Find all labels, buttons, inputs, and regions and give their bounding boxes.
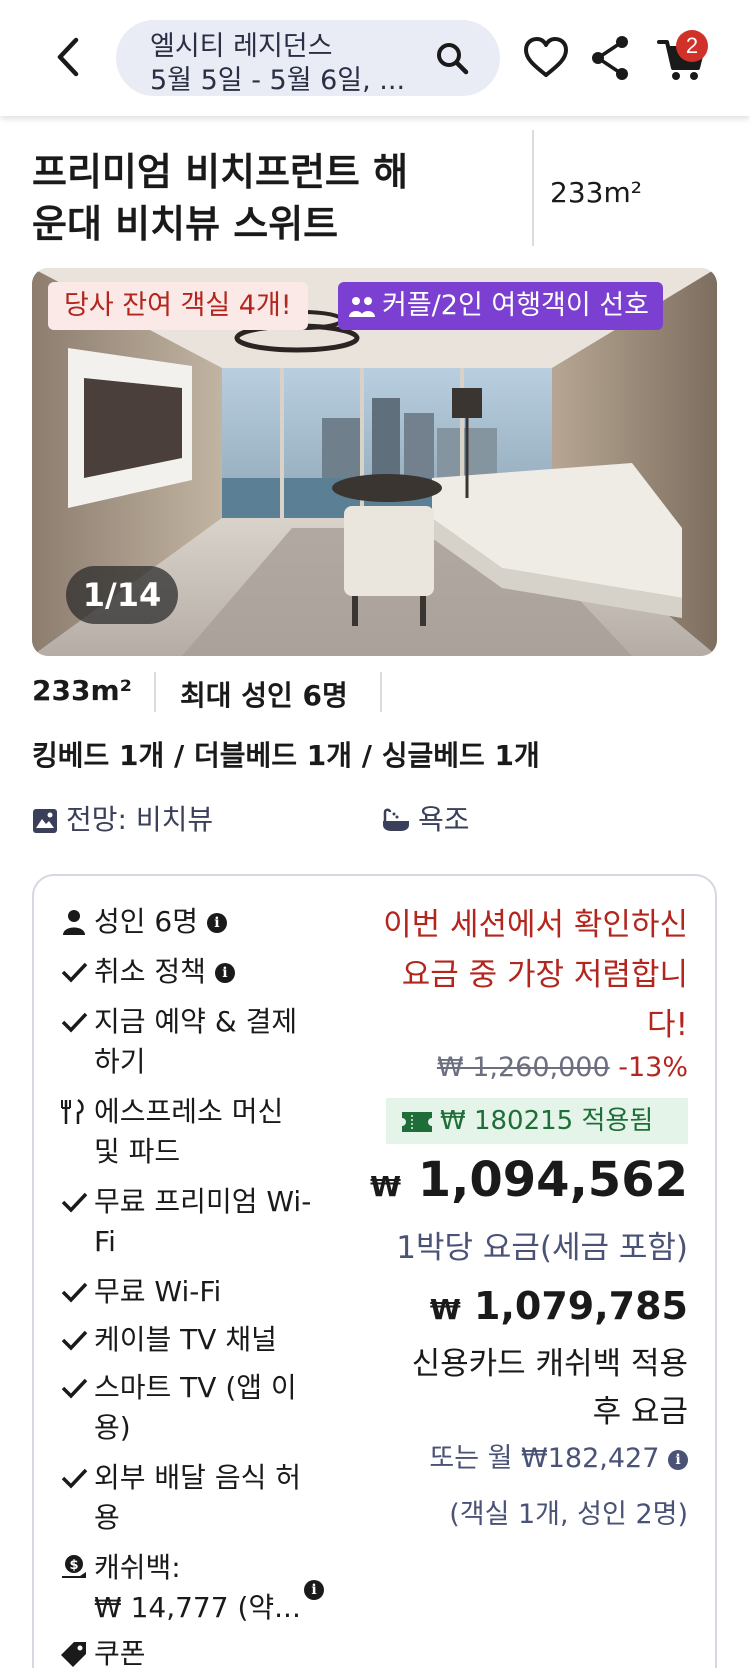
bed-configuration: 킹베드 1개 / 더블베드 1개 / 싱글베드 1개	[32, 739, 540, 772]
amenity-espresso-line1: 에스프레소 머신	[94, 1095, 284, 1128]
back-arrow-icon	[57, 37, 79, 77]
coupon-applied-badge: ₩ 180215 적용됨	[386, 1098, 688, 1144]
amenity-cashback-line2: ₩ 14,777 (약...	[94, 1591, 301, 1624]
per-night-label: 1박당 요금(세금 포함)	[396, 1230, 688, 1266]
room-guest-count: (객실 1개, 성인 2명)	[449, 1499, 688, 1530]
search-icon	[437, 43, 469, 75]
amenity-cashback-line1: 캐쉬백:	[94, 1551, 181, 1584]
info-icon[interactable]: i	[214, 963, 235, 983]
photo-counter: 1/14	[66, 566, 178, 624]
info-icon[interactable]: i	[206, 913, 227, 933]
cashback-label-line1: 신용카드 캐쉬백 적용	[411, 1346, 688, 1382]
amenity-delivery-line1: 외부 배달 음식 허	[94, 1461, 302, 1494]
view-label: 전망: 비치뷰	[66, 803, 214, 836]
share-button[interactable]	[588, 34, 632, 82]
ticket-icon	[402, 1111, 432, 1132]
info-icon[interactable]: i	[304, 1580, 324, 1600]
cashback-price-amount: 1,079,785	[474, 1284, 688, 1328]
check-icon	[61, 1330, 88, 1351]
divider	[380, 672, 382, 712]
room-title-line2: 운대 비치뷰 스위트	[32, 202, 339, 246]
discount-percent: -13%	[618, 1052, 688, 1083]
amenity-adults-label: 성인 6명	[94, 905, 198, 938]
check-icon	[61, 1012, 88, 1033]
cart-count-badge: 2	[676, 30, 708, 62]
couple-icon	[349, 296, 375, 317]
amenity-pay-now-line1: 지금 예약 & 결제	[94, 1005, 298, 1038]
amenity-free-wifi-label: 무료 Wi-Fi	[94, 1275, 222, 1308]
room-title-line1: 프리미엄 비치프런트 해	[32, 150, 409, 194]
view-feature: 전망: 비치뷰	[32, 798, 213, 838]
top-bar: 엘시티 레지던스 5월 5일 - 5월 6일, ... 2	[0, 0, 750, 116]
amenity-espresso-line2: 및 파드	[94, 1135, 181, 1168]
availability-tag: 당사 잔여 객실 4개!	[48, 282, 308, 330]
couple-tag: 커플/2인 여행객이 선호	[338, 282, 663, 330]
room-size-header: 233m²	[550, 176, 642, 209]
coupon-applied-label: ₩ 180215 적용됨	[440, 1106, 654, 1136]
info-icon[interactable]: i	[668, 1449, 688, 1470]
view-icon	[33, 809, 57, 833]
person-icon	[63, 910, 85, 935]
price-main: ₩ 1,094,562	[370, 1152, 688, 1208]
check-icon	[61, 1282, 88, 1303]
amenity-cancel-label: 취소 정책	[94, 955, 206, 988]
bathtub-feature: 욕조	[382, 798, 470, 838]
amenity-premium-wifi-line1: 무료 프리미엄 Wi-	[94, 1185, 312, 1218]
divider	[154, 672, 156, 712]
lowest-price-message: 이번 세션에서 확인하신 요금 중 가장 저렴합니 다!	[383, 900, 688, 1050]
original-price: ₩ 1,260,000	[436, 1052, 610, 1083]
divider	[532, 130, 534, 246]
room-title: 프리미엄 비치프런트 해 운대 비치뷰 스위트	[32, 146, 452, 250]
room-size: 233m²	[32, 674, 132, 707]
favorite-button[interactable]	[522, 34, 570, 82]
check-icon	[61, 1192, 88, 1213]
search-summary[interactable]: 엘시티 레지던스 5월 5일 - 5월 6일, ...	[116, 20, 500, 96]
amenity-premium-wifi-line2: Fi	[94, 1225, 116, 1258]
check-icon	[61, 1468, 88, 1489]
lowest-price-line2: 요금 중 가장 저렴합니	[401, 957, 688, 993]
amenity-cable-tv-label: 케이블 TV 채널	[94, 1323, 277, 1356]
monthly-installment-label: 또는 월 ₩182,427	[429, 1443, 660, 1474]
price-amount: 1,094,562	[417, 1152, 688, 1208]
original-price-row: ₩ 1,260,000 -13%	[437, 1052, 688, 1083]
check-icon	[61, 1378, 88, 1399]
currency-symbol: ₩	[370, 1170, 402, 1203]
cashback-icon: $	[62, 1555, 86, 1578]
amenity-smart-tv-line2: 용)	[94, 1411, 131, 1444]
amenity-coupon-label: 쿠폰	[94, 1637, 146, 1668]
lowest-price-line1: 이번 세션에서 확인하신	[383, 907, 688, 943]
amenity-smart-tv-line1: 스마트 TV (앱 이	[94, 1371, 297, 1404]
fork-knife-icon	[61, 1098, 84, 1124]
search-dates: 5월 5일 - 5월 6일, ...	[150, 65, 406, 96]
bathtub-icon	[383, 808, 409, 831]
max-occupancy: 최대 성인 6명	[180, 679, 348, 712]
bathtub-label: 욕조	[418, 803, 470, 836]
price-after-cashback: ₩ 1,079,785	[430, 1284, 688, 1328]
check-icon	[61, 962, 88, 983]
amenity-pay-now-line2: 하기	[94, 1045, 146, 1078]
lowest-price-line3: 다!	[647, 1007, 688, 1043]
heart-icon	[524, 37, 568, 77]
svg-text:$: $	[69, 1558, 78, 1573]
tag-icon	[61, 1642, 86, 1667]
monthly-installment[interactable]: 또는 월 ₩182,427 i	[429, 1436, 688, 1475]
cashback-label-line2: 후 요금	[592, 1394, 688, 1430]
currency-symbol: ₩	[429, 1293, 461, 1326]
back-button[interactable]	[48, 32, 92, 82]
couple-tag-label: 커플/2인 여행객이 선호	[382, 290, 649, 321]
cashback-price-label: 신용카드 캐쉬백 적용 후 요금	[412, 1340, 688, 1436]
share-icon	[592, 36, 628, 80]
amenity-delivery-line2: 용	[94, 1501, 120, 1534]
